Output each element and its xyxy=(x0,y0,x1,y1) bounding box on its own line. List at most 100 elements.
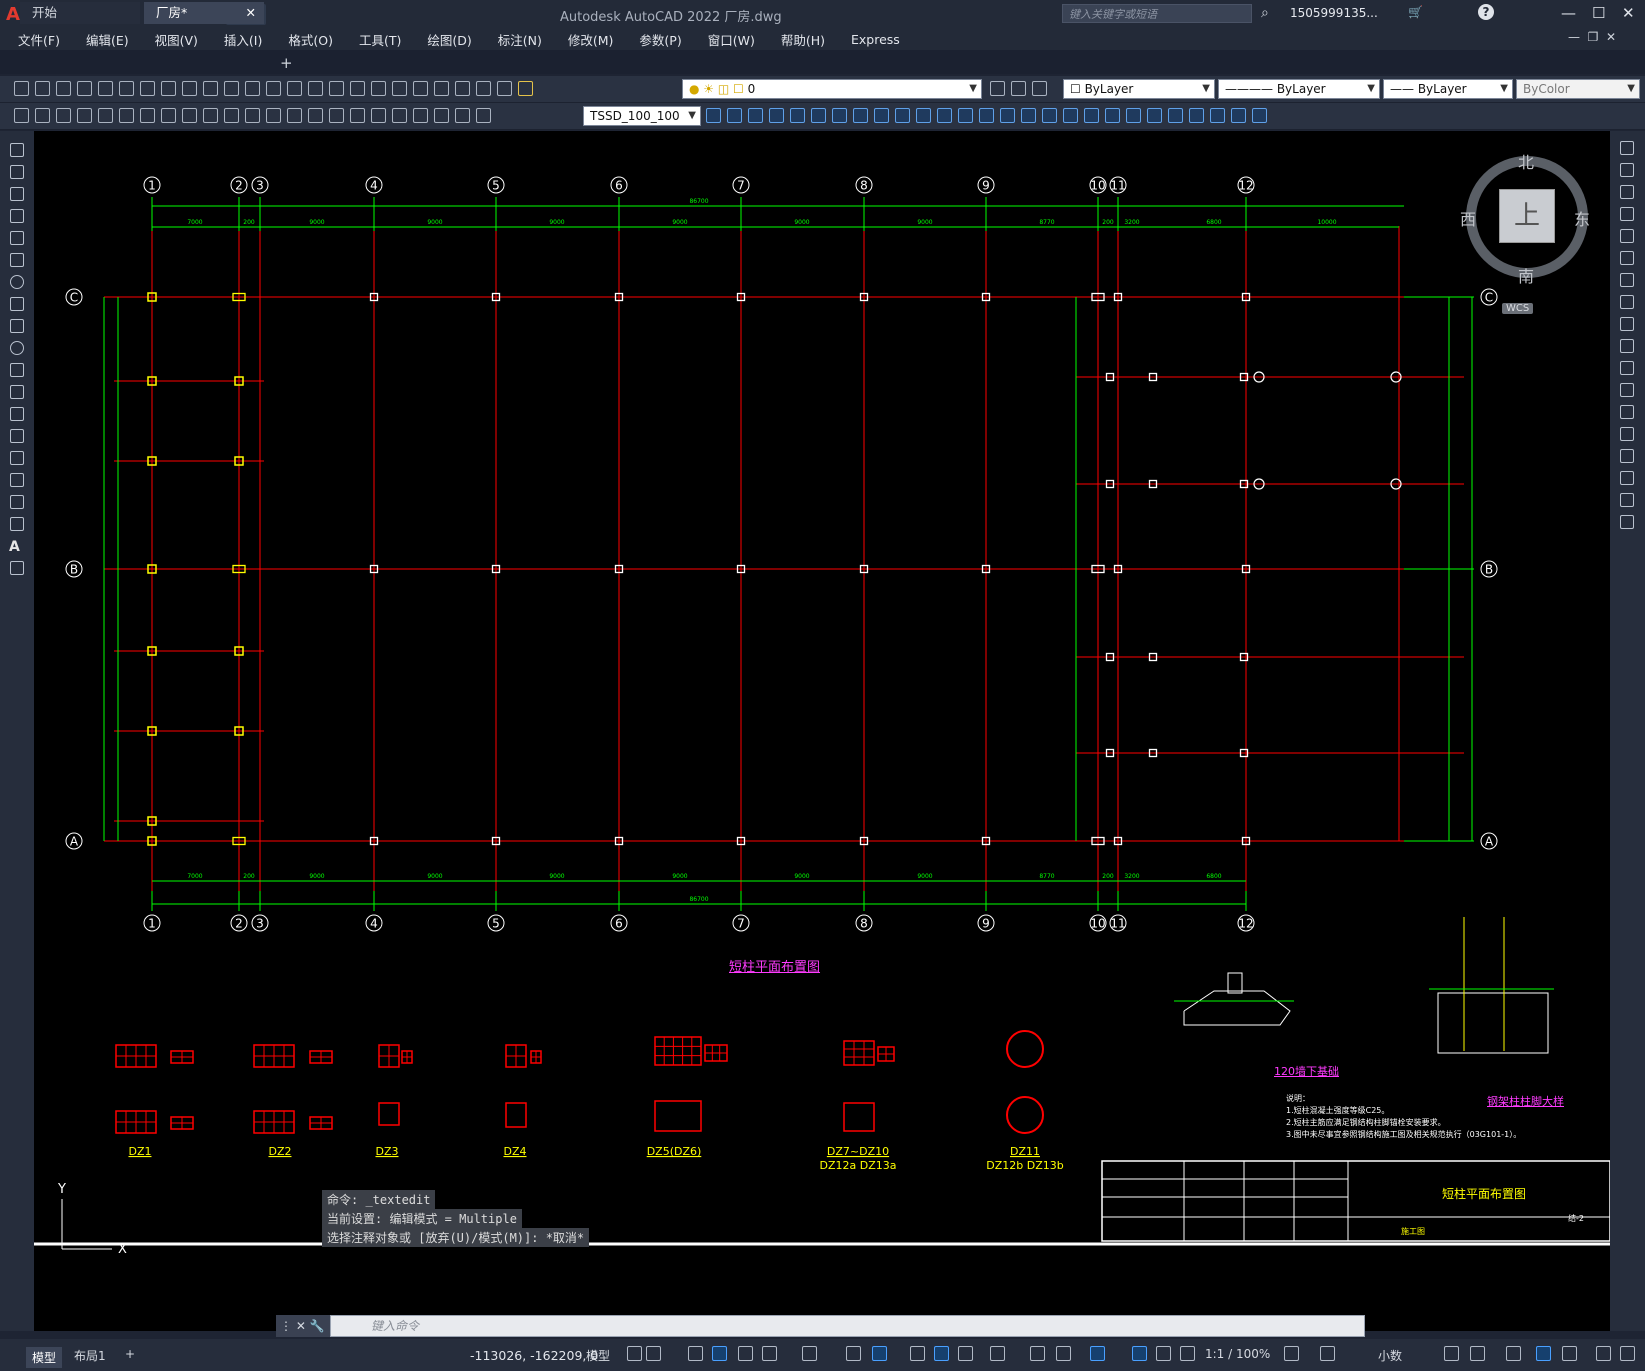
menu-insert[interactable]: 插入(I) xyxy=(224,30,262,49)
design-center-icon[interactable] xyxy=(392,81,407,96)
command-controls[interactable]: ⋮ ✕ 🔧 xyxy=(276,1315,330,1337)
auto-scale-icon[interactable] xyxy=(1156,1346,1171,1361)
center-mark-icon[interactable] xyxy=(371,108,386,123)
pan-icon[interactable] xyxy=(287,81,302,96)
dynamic-input-icon[interactable] xyxy=(712,1346,727,1361)
move-icon[interactable] xyxy=(1620,251,1634,265)
help-icon[interactable]: ? xyxy=(1478,4,1494,20)
ucs-world-icon[interactable] xyxy=(811,108,826,123)
mtext-icon[interactable]: A xyxy=(9,539,23,555)
aligned-dim-icon[interactable] xyxy=(98,108,113,123)
quick-properties-icon[interactable] xyxy=(1444,1346,1459,1361)
infer-constraints-icon[interactable] xyxy=(688,1346,703,1361)
line-icon[interactable] xyxy=(10,143,24,157)
join-icon[interactable] xyxy=(1620,427,1634,441)
add-layout-button[interactable]: + xyxy=(125,1347,135,1361)
ordinate-icon[interactable] xyxy=(140,108,155,123)
explode-icon[interactable] xyxy=(1620,515,1634,529)
annotation-monitor-icon[interactable] xyxy=(1320,1346,1335,1361)
region-icon[interactable] xyxy=(10,495,24,509)
block-icon[interactable] xyxy=(56,108,71,123)
ellipse-arc-icon[interactable] xyxy=(10,363,24,377)
osnap-icon[interactable] xyxy=(872,1346,887,1361)
add-selected-icon[interactable] xyxy=(10,561,24,575)
ucs-previous-icon[interactable] xyxy=(832,108,847,123)
ellipse-icon[interactable] xyxy=(10,341,24,355)
dynamic-ucs-icon[interactable] xyxy=(1030,1346,1045,1361)
radius-icon[interactable] xyxy=(161,108,176,123)
selection-cycling-icon[interactable] xyxy=(958,1346,973,1361)
hatch-icon[interactable] xyxy=(10,451,24,465)
table-icon[interactable] xyxy=(35,108,50,123)
sheet-set-icon[interactable] xyxy=(434,81,449,96)
make-current-layer-icon[interactable] xyxy=(990,81,1005,96)
stretch-icon[interactable] xyxy=(1620,317,1634,331)
annotation-visibility-icon[interactable] xyxy=(1132,1346,1147,1361)
insert-block-icon[interactable] xyxy=(10,385,24,399)
visual-style-icon[interactable] xyxy=(1126,108,1141,123)
view-front-icon[interactable] xyxy=(748,108,763,123)
menu-parametric[interactable]: 参数(P) xyxy=(639,30,681,49)
lock-ui-icon[interactable] xyxy=(1470,1346,1485,1361)
ucs-apply-icon[interactable] xyxy=(1042,108,1057,123)
ucs-view-icon[interactable] xyxy=(895,108,910,123)
minimize-button[interactable]: — xyxy=(1561,4,1576,22)
section-icon[interactable] xyxy=(1231,108,1246,123)
lineweight-combo[interactable]: —— ByLayer ▼ xyxy=(1383,79,1513,99)
camera-icon[interactable] xyxy=(1105,108,1120,123)
plotstyle-combo[interactable]: ByColor ▼ xyxy=(1516,79,1640,99)
angular-icon[interactable] xyxy=(224,108,239,123)
undo-icon[interactable] xyxy=(245,81,260,96)
offset-icon[interactable] xyxy=(1620,207,1634,221)
dim-edit-icon[interactable] xyxy=(434,108,449,123)
orbit-icon[interactable] xyxy=(1063,108,1078,123)
menu-tools[interactable]: 工具(T) xyxy=(359,30,401,49)
web-icon[interactable] xyxy=(140,81,155,96)
gizmo-icon[interactable] xyxy=(1090,1346,1105,1361)
ucs-x-icon[interactable] xyxy=(979,108,994,123)
ucs-3point-icon[interactable] xyxy=(958,108,973,123)
search-icon[interactable]: ⌕ xyxy=(1261,5,1269,21)
blend-icon[interactable] xyxy=(1620,493,1634,507)
menu-format[interactable]: 格式(O) xyxy=(288,30,333,49)
extend-icon[interactable] xyxy=(1620,361,1634,375)
arc-length-icon[interactable] xyxy=(119,108,134,123)
markup-icon[interactable] xyxy=(455,81,470,96)
compass-south[interactable]: 南 xyxy=(1518,263,1534,287)
copy-icon[interactable] xyxy=(1620,163,1634,177)
menu-edit[interactable]: 编辑(E) xyxy=(86,30,129,49)
isodraft-icon[interactable] xyxy=(802,1346,817,1361)
rotate-icon[interactable] xyxy=(1620,273,1634,287)
walk-icon[interactable] xyxy=(1084,108,1099,123)
continue-icon[interactable] xyxy=(287,108,302,123)
jog-line-icon[interactable] xyxy=(413,108,428,123)
dim-update-icon[interactable] xyxy=(476,108,491,123)
close-button[interactable]: ✕ xyxy=(1622,4,1635,22)
open-icon[interactable] xyxy=(35,81,50,96)
viewcube-top-face[interactable]: 上 xyxy=(1499,189,1555,243)
break-at-point-icon[interactable] xyxy=(1620,383,1634,397)
rectangle-icon[interactable] xyxy=(10,231,24,245)
dim-style-icon[interactable] xyxy=(706,108,721,123)
transparency-icon[interactable] xyxy=(934,1346,949,1361)
lineweight-icon[interactable] xyxy=(910,1346,925,1361)
menu-window[interactable]: 窗口(W) xyxy=(708,30,755,49)
circle-icon[interactable] xyxy=(10,275,24,289)
help-icon[interactable] xyxy=(497,81,512,96)
point-icon[interactable] xyxy=(10,429,24,443)
dim-text-edit-icon[interactable] xyxy=(455,108,470,123)
menu-help[interactable]: 帮助(H) xyxy=(781,30,825,49)
quick-dim-icon[interactable] xyxy=(245,108,260,123)
compass-east[interactable]: 东 xyxy=(1574,206,1590,230)
view-side-icon[interactable] xyxy=(769,108,784,123)
revcloud-icon[interactable] xyxy=(10,297,24,311)
search-input[interactable]: 键入关键字或短语 xyxy=(1062,4,1252,23)
diameter-icon[interactable] xyxy=(203,108,218,123)
menu-file[interactable]: 文件(F) xyxy=(18,30,60,49)
arc-icon[interactable] xyxy=(10,253,24,267)
lights-icon[interactable] xyxy=(1189,108,1204,123)
chamfer-icon[interactable] xyxy=(1620,449,1634,463)
color-combo[interactable]: ☐ ByLayer ▼ xyxy=(1063,79,1215,99)
user-account[interactable]: 1505999135... xyxy=(1290,6,1378,20)
cart-icon[interactable]: 🛒 xyxy=(1408,5,1423,19)
